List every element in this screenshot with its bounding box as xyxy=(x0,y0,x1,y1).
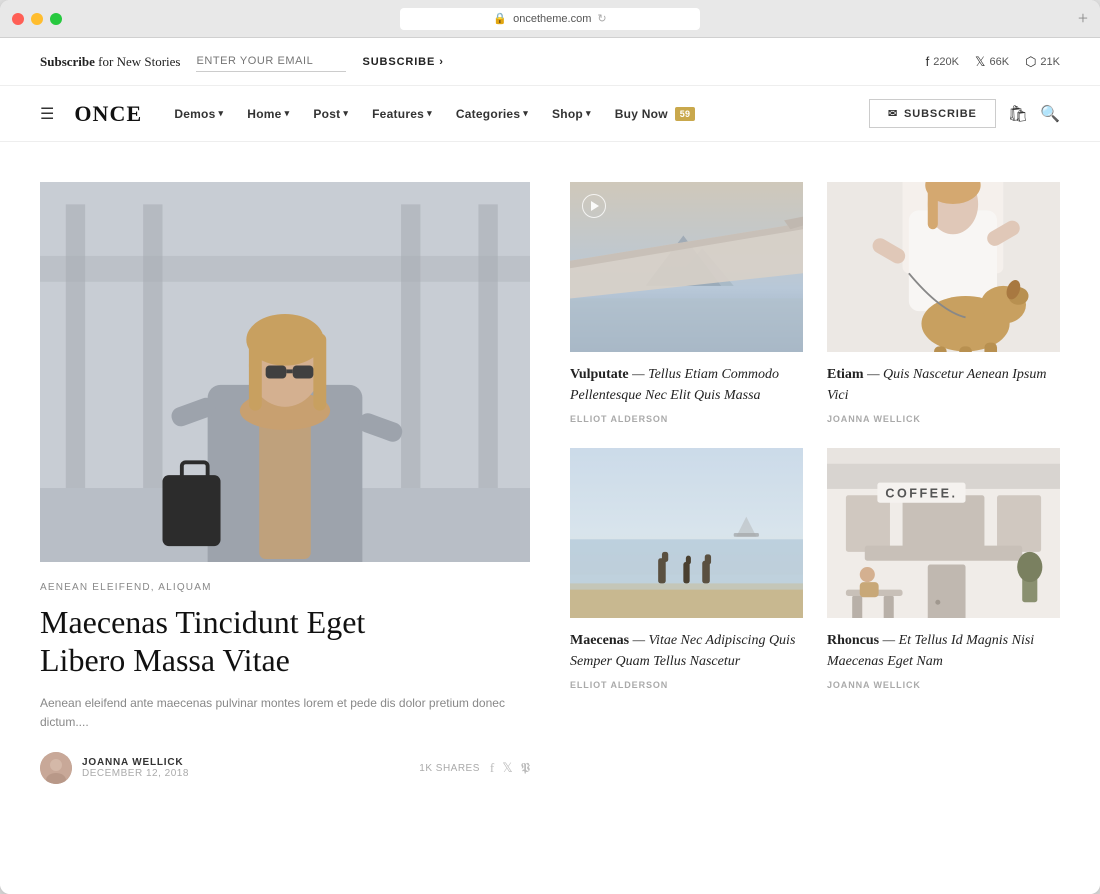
hamburger-menu[interactable]: ☰ xyxy=(40,104,54,124)
url-text: oncetheme.com xyxy=(513,13,591,25)
featured-post: AENEAN ELEIFEND, ALIQUAM Maecenas Tincid… xyxy=(40,182,530,784)
nav-item-post[interactable]: Post ▾ xyxy=(301,107,360,121)
featured-meta: JOANNA WELLICK DECEMBER 12, 2018 1K SHAR… xyxy=(40,752,530,784)
maximize-button[interactable] xyxy=(50,13,62,25)
twitter-count: 66K xyxy=(989,56,1009,68)
nav-item-features[interactable]: Features ▾ xyxy=(360,107,444,121)
chevron-down-icon: ▾ xyxy=(586,108,591,119)
post-card-author: ELLIOT ALDERSON xyxy=(570,414,803,424)
author-name: JOANNA WELLICK xyxy=(82,757,189,768)
site-logo[interactable]: ONCE xyxy=(74,101,142,127)
chevron-down-icon: ▾ xyxy=(219,108,224,119)
post-card-title: Vulputate — Tellus Etiam Commodo Pellent… xyxy=(570,364,803,406)
post-card-image[interactable] xyxy=(570,448,803,618)
author-details: JOANNA WELLICK DECEMBER 12, 2018 xyxy=(82,757,189,779)
author-avatar xyxy=(40,752,72,784)
subscribe-arrow-icon: › xyxy=(439,56,444,68)
social-links: f 220K 𝕏 66K ⬡ 21K xyxy=(926,54,1060,70)
instagram-social[interactable]: ⬡ 21K xyxy=(1025,54,1060,70)
nav-item-categories[interactable]: Categories ▾ xyxy=(444,107,540,121)
subscribe-nav-label: SUBSCRIBE xyxy=(904,108,977,120)
envelope-icon: ✉ xyxy=(888,107,898,120)
twitter-social[interactable]: 𝕏 66K xyxy=(975,54,1009,70)
twitter-share-icon[interactable]: 𝕏 xyxy=(502,760,512,776)
list-item: Vulputate — Tellus Etiam Commodo Pellent… xyxy=(570,182,803,424)
website-content: Subscribe for New Stories SUBSCRIBE › f … xyxy=(0,38,1100,894)
subscribe-text-bold: Subscribe xyxy=(40,54,95,69)
nav-item-shop[interactable]: Shop ▾ xyxy=(540,107,603,121)
facebook-social[interactable]: f 220K xyxy=(926,54,959,69)
facebook-count: 220K xyxy=(933,56,959,68)
cart-icon[interactable]: 🛍 xyxy=(1008,104,1028,124)
buy-now-badge: 59 xyxy=(675,107,696,121)
twitter-icon: 𝕏 xyxy=(975,54,985,70)
post-date: DECEMBER 12, 2018 xyxy=(82,768,189,779)
subscribe-bar: Subscribe for New Stories SUBSCRIBE › f … xyxy=(0,38,1100,86)
browser-titlebar: 🔒 oncetheme.com ↻ + xyxy=(0,0,1100,38)
list-item: Etiam — Quis Nascetur Aenean Ipsum Vici … xyxy=(827,182,1060,424)
post-card-author: JOANNA WELLICK xyxy=(827,680,1060,690)
chevron-down-icon: ▾ xyxy=(427,108,432,119)
list-item: Maecenas — Vitae Nec Adipiscing Quis Sem… xyxy=(570,448,803,690)
post-card-author: ELLIOT ALDERSON xyxy=(570,680,803,690)
chevron-down-icon: ▾ xyxy=(523,108,528,119)
instagram-icon: ⬡ xyxy=(1025,54,1036,70)
search-icon[interactable]: 🔍 xyxy=(1040,104,1060,124)
list-item: COFFEE. xyxy=(827,448,1060,690)
pinterest-share-icon[interactable]: 𝕻 xyxy=(521,760,530,776)
nav-item-buy-now[interactable]: Buy Now 59 xyxy=(603,107,708,121)
svg-text:COFFEE.: COFFEE. xyxy=(885,487,957,501)
address-bar[interactable]: 🔒 oncetheme.com ↻ xyxy=(400,8,700,30)
featured-post-image[interactable] xyxy=(40,182,530,562)
featured-excerpt: Aenean eleifend ante maecenas pulvinar m… xyxy=(40,694,530,732)
share-info: 1K SHARES f 𝕏 𝕻 xyxy=(419,760,530,776)
close-button[interactable] xyxy=(12,13,24,25)
nav-right: ✉ SUBSCRIBE 🛍 🔍 xyxy=(869,99,1060,128)
post-card-image[interactable] xyxy=(570,182,803,352)
nav-item-home[interactable]: Home ▾ xyxy=(235,107,301,121)
nav-item-demos[interactable]: Demos ▾ xyxy=(162,107,235,121)
nav-left: ☰ ONCE Demos ▾ Home ▾ Post ▾ xyxy=(40,101,707,127)
browser-window-controls xyxy=(12,13,62,25)
minimize-button[interactable] xyxy=(31,13,43,25)
facebook-icon: f xyxy=(926,54,930,69)
author-info: JOANNA WELLICK DECEMBER 12, 2018 xyxy=(40,752,189,784)
facebook-share-icon[interactable]: f xyxy=(490,760,494,776)
subscribe-text-middle: for New Stories xyxy=(98,54,180,69)
post-card-title: Rhoncus — Et Tellus Id Magnis Nisi Maece… xyxy=(827,630,1060,672)
main-nav: ☰ ONCE Demos ▾ Home ▾ Post ▾ xyxy=(0,86,1100,142)
subscribe-top-button[interactable]: SUBSCRIBE › xyxy=(362,56,443,68)
post-card-image[interactable] xyxy=(827,182,1060,352)
new-tab-button[interactable]: + xyxy=(1078,8,1088,29)
subscribe-nav-button[interactable]: ✉ SUBSCRIBE xyxy=(869,99,996,128)
chevron-down-icon: ▾ xyxy=(343,108,348,119)
content-grid: AENEAN ELEIFEND, ALIQUAM Maecenas Tincid… xyxy=(40,182,1060,784)
post-card-title: Etiam — Quis Nascetur Aenean Ipsum Vici xyxy=(827,364,1060,406)
play-icon[interactable] xyxy=(582,194,606,218)
post-card-title: Maecenas — Vitae Nec Adipiscing Quis Sem… xyxy=(570,630,803,672)
instagram-count: 21K xyxy=(1040,56,1060,68)
refresh-icon[interactable]: ↻ xyxy=(597,12,606,25)
subscribe-email-input[interactable] xyxy=(196,51,346,72)
subscribe-text: Subscribe for New Stories xyxy=(40,54,180,70)
post-card-image[interactable]: COFFEE. xyxy=(827,448,1060,618)
lock-icon: 🔒 xyxy=(493,12,507,25)
social-share-buttons: f 𝕏 𝕻 xyxy=(490,760,530,776)
post-grid: Vulputate — Tellus Etiam Commodo Pellent… xyxy=(570,182,1060,784)
main-content: AENEAN ELEIFEND, ALIQUAM Maecenas Tincid… xyxy=(0,142,1100,824)
browser-window: 🔒 oncetheme.com ↻ + Subscribe for New St… xyxy=(0,0,1100,894)
chevron-down-icon: ▾ xyxy=(285,108,290,119)
post-card-author: JOANNA WELLICK xyxy=(827,414,1060,424)
featured-title: Maecenas Tincidunt Eget Libero Massa Vit… xyxy=(40,603,530,680)
play-triangle-icon xyxy=(591,201,599,211)
subscribe-bar-left: Subscribe for New Stories SUBSCRIBE › xyxy=(40,51,444,72)
nav-menu: Demos ▾ Home ▾ Post ▾ Features ▾ xyxy=(162,107,707,121)
featured-categories: AENEAN ELEIFEND, ALIQUAM xyxy=(40,582,530,593)
subscribe-top-button-label: SUBSCRIBE xyxy=(362,56,435,68)
share-count: 1K SHARES xyxy=(419,763,480,774)
